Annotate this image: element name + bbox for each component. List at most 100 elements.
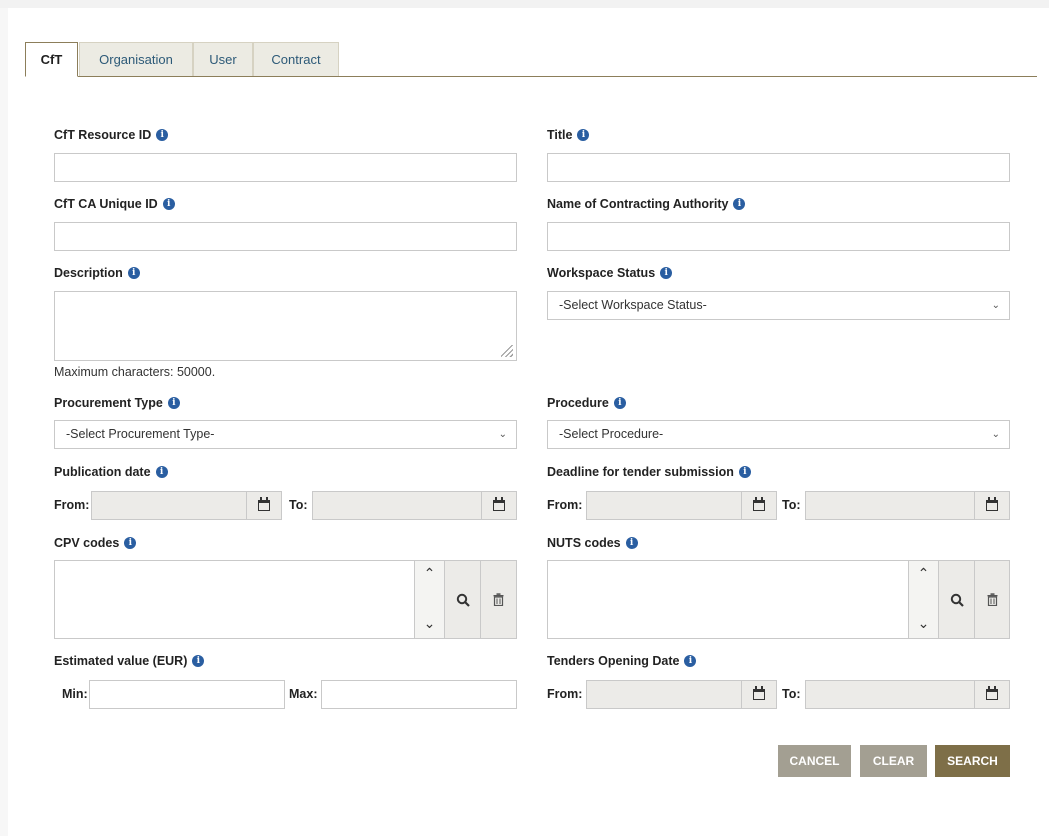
label-text: Name of Contracting Authority <box>547 197 729 211</box>
calendar-icon <box>753 497 765 511</box>
deadline-to-calendar-button[interactable] <box>974 491 1010 520</box>
cpv-codes-list[interactable] <box>54 560 415 639</box>
label-text: NUTS codes <box>547 536 621 550</box>
description-hint: Maximum characters: 50000. <box>54 365 216 379</box>
opening-from-calendar-button[interactable] <box>741 680 777 709</box>
cpv-codes-label: CPV codes i <box>54 536 137 550</box>
tab-organisation[interactable]: Organisation <box>79 42 193 76</box>
publication-from-input[interactable] <box>91 491 247 520</box>
cft-resource-id-label: CfT Resource ID i <box>54 128 169 142</box>
info-icon[interactable]: i <box>684 655 697 667</box>
select-value: -Select Procedure- <box>559 427 664 441</box>
nuts-codes-label: NUTS codes i <box>547 536 638 550</box>
description-label: Description i <box>54 266 140 280</box>
deadline-from-calendar-button[interactable] <box>741 491 777 520</box>
tab-user[interactable]: User <box>193 42 253 76</box>
procedure-label: Procedure i <box>547 396 626 410</box>
nuts-codes-search-button[interactable] <box>938 560 975 639</box>
publication-to-calendar-button[interactable] <box>481 491 517 520</box>
info-icon[interactable]: i <box>155 466 168 478</box>
cft-ca-unique-id-label: CfT CA Unique ID i <box>54 197 175 211</box>
left-edge <box>0 8 8 836</box>
contracting-authority-input[interactable] <box>547 222 1010 251</box>
opening-date-label: Tenders Opening Date i <box>547 654 697 668</box>
tab-cft[interactable]: CfT <box>25 42 78 77</box>
procurement-type-label: Procurement Type i <box>54 396 180 410</box>
cft-ca-unique-id-input[interactable] <box>54 222 517 251</box>
info-icon[interactable]: i <box>192 655 205 667</box>
label-text: Estimated value (EUR) <box>54 654 188 668</box>
opening-from-input[interactable] <box>586 680 742 709</box>
info-icon[interactable]: i <box>625 537 638 549</box>
search-button[interactable]: SEARCH <box>935 745 1010 777</box>
info-icon[interactable]: i <box>167 397 180 409</box>
tab-bar: CfT Organisation User Contract <box>25 42 1037 77</box>
info-icon[interactable]: i <box>127 267 140 279</box>
clear-button[interactable]: CLEAR <box>860 745 927 777</box>
opening-from-label: From: <box>547 687 583 701</box>
publication-from-calendar-button[interactable] <box>246 491 282 520</box>
publication-to-input[interactable] <box>312 491 482 520</box>
publication-from-label: From: <box>54 498 90 512</box>
label-text: CfT CA Unique ID <box>54 197 158 211</box>
info-icon[interactable]: i <box>660 267 673 279</box>
tab-contract[interactable]: Contract <box>253 42 339 76</box>
description-textarea[interactable] <box>54 291 517 361</box>
calendar-icon <box>258 497 270 511</box>
min-value-input[interactable] <box>89 680 285 709</box>
deadline-to-label: To: <box>782 498 801 512</box>
scroll-down-icon[interactable]: ⌄ <box>909 615 938 632</box>
cft-resource-id-input[interactable] <box>54 153 517 182</box>
workspace-status-select[interactable]: -Select Workspace Status- ⌄ <box>547 291 1010 320</box>
nuts-codes-list[interactable] <box>547 560 909 639</box>
trash-icon <box>493 593 504 606</box>
info-icon[interactable]: i <box>733 198 746 210</box>
label-text: Tenders Opening Date <box>547 654 680 668</box>
opening-to-label: To: <box>782 687 801 701</box>
scroll-down-icon[interactable]: ⌄ <box>415 615 444 632</box>
cpv-codes-search-button[interactable] <box>444 560 481 639</box>
calendar-icon <box>493 497 505 511</box>
cpv-codes-clear-button[interactable] <box>480 560 517 639</box>
deadline-to-input[interactable] <box>805 491 975 520</box>
opening-to-input[interactable] <box>805 680 975 709</box>
procedure-select[interactable]: -Select Procedure- ⌄ <box>547 420 1010 449</box>
scroll-up-icon[interactable]: ⌃ <box>909 565 938 582</box>
label-text: CPV codes <box>54 536 120 550</box>
max-value-input[interactable] <box>321 680 517 709</box>
search-icon <box>456 593 470 607</box>
calendar-icon <box>986 497 998 511</box>
opening-to-calendar-button[interactable] <box>974 680 1010 709</box>
label-text: Title <box>547 128 573 142</box>
estimated-value-label: Estimated value (EUR) i <box>54 654 205 668</box>
label-text: CfT Resource ID <box>54 128 152 142</box>
min-label: Min: <box>62 687 88 701</box>
chevron-down-icon: ⌄ <box>991 300 1000 311</box>
select-value: -Select Procurement Type- <box>66 427 215 441</box>
publication-to-label: To: <box>289 498 308 512</box>
cpv-codes-scrollbar[interactable]: ⌃ ⌄ <box>414 560 445 639</box>
resize-handle-icon[interactable] <box>501 345 513 357</box>
select-value: -Select Workspace Status- <box>559 298 707 312</box>
nuts-codes-scrollbar[interactable]: ⌃ ⌄ <box>908 560 939 639</box>
nuts-codes-clear-button[interactable] <box>974 560 1010 639</box>
info-icon[interactable]: i <box>613 397 626 409</box>
info-icon[interactable]: i <box>738 466 751 478</box>
label-text: Procurement Type <box>54 396 163 410</box>
title-input[interactable] <box>547 153 1010 182</box>
label-text: Deadline for tender submission <box>547 465 734 479</box>
info-icon[interactable]: i <box>124 537 137 549</box>
workspace-status-label: Workspace Status i <box>547 266 673 280</box>
cancel-button[interactable]: CANCEL <box>778 745 851 777</box>
label-text: Procedure <box>547 396 609 410</box>
info-icon[interactable]: i <box>577 129 590 141</box>
info-icon[interactable]: i <box>162 198 175 210</box>
label-text: Description <box>54 266 123 280</box>
title-label: Title i <box>547 128 590 142</box>
deadline-from-input[interactable] <box>586 491 742 520</box>
procurement-type-select[interactable]: -Select Procurement Type- ⌄ <box>54 420 517 449</box>
scroll-up-icon[interactable]: ⌃ <box>415 565 444 582</box>
max-label: Max: <box>289 687 318 701</box>
calendar-icon <box>753 686 765 700</box>
info-icon[interactable]: i <box>156 129 169 141</box>
